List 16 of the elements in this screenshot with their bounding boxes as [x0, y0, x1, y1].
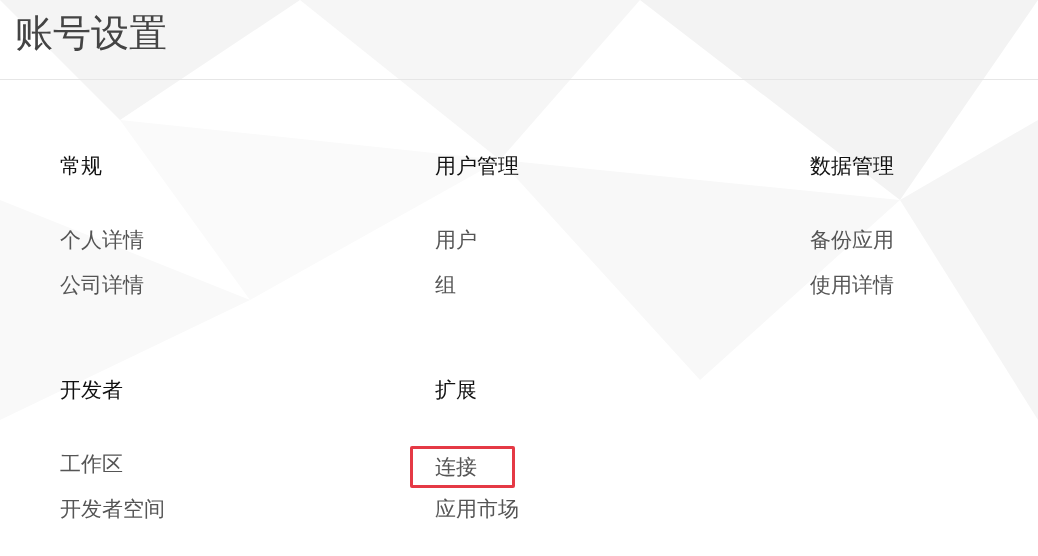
settings-link[interactable]: 工作区	[60, 452, 123, 476]
settings-link[interactable]: 备份应用	[810, 228, 894, 252]
settings-link[interactable]: 使用详情	[810, 273, 894, 297]
settings-link[interactable]: 应用市场	[435, 497, 519, 521]
section-heading: 数据管理	[810, 153, 895, 180]
settings-link[interactable]: 组	[435, 273, 456, 297]
settings-link[interactable]: 个人详情	[60, 228, 144, 252]
section-heading: 用户管理	[435, 153, 520, 180]
section-heading: 扩展	[435, 377, 478, 404]
section-heading: 常规	[60, 153, 103, 180]
section-heading: 开发者	[60, 377, 124, 404]
settings-link[interactable]: 用户	[435, 228, 477, 252]
page-title: 账号设置	[15, 10, 168, 57]
settings-link[interactable]: 公司详情	[60, 273, 144, 297]
settings-link[interactable]: 连接	[410, 446, 515, 488]
settings-link[interactable]: 开发者空间	[60, 497, 165, 521]
